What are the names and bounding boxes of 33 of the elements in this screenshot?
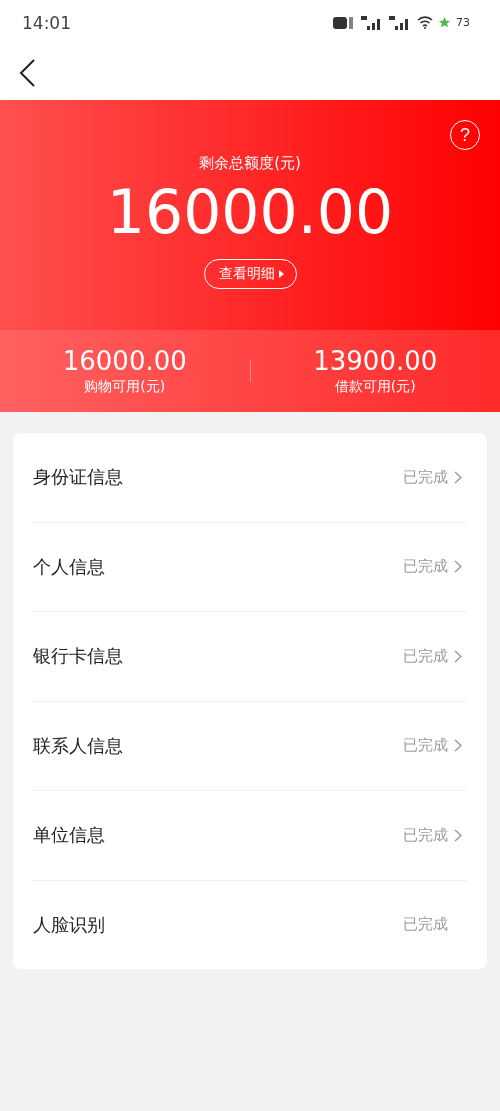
star-icon xyxy=(439,17,450,28)
status-text: 已完成 xyxy=(403,646,448,666)
status-text: 已完成 xyxy=(403,915,448,935)
info-label: 人脸识别 xyxy=(33,912,105,937)
hd-icon xyxy=(333,15,355,30)
info-row[interactable]: 身份证信息 已完成 xyxy=(33,433,467,523)
balance-label: 购物可用(元) xyxy=(84,378,166,396)
back-button[interactable] xyxy=(18,57,36,88)
info-label: 单位信息 xyxy=(33,823,105,848)
status-text: 已完成 xyxy=(403,467,448,487)
battery-level: 73 xyxy=(456,16,470,29)
signal-icon xyxy=(389,15,411,30)
status-time: 14:01 xyxy=(22,12,71,33)
status-text: 已完成 xyxy=(403,557,448,577)
status-text: 已完成 xyxy=(403,736,448,756)
info-row[interactable]: 人脸识别 已完成 xyxy=(33,880,467,969)
info-row[interactable]: 联系人信息 已完成 xyxy=(33,701,467,791)
triangle-icon xyxy=(278,270,284,278)
info-row[interactable]: 单位信息 已完成 xyxy=(33,791,467,881)
total-limit-label: 剩余总额度(元) xyxy=(199,154,301,173)
wifi-icon xyxy=(417,16,433,29)
status-text: 已完成 xyxy=(403,825,448,845)
balance-amount: 16000.00 xyxy=(62,346,187,376)
balance-amount: 13900.00 xyxy=(313,346,438,376)
info-label: 银行卡信息 xyxy=(33,644,123,669)
info-label: 身份证信息 xyxy=(33,465,123,490)
info-row[interactable]: 个人信息 已完成 xyxy=(33,522,467,612)
info-row[interactable]: 银行卡信息 已完成 xyxy=(33,612,467,702)
info-label: 联系人信息 xyxy=(33,733,123,758)
info-label: 个人信息 xyxy=(33,554,105,579)
total-limit-amount: 16000.00 xyxy=(106,179,394,245)
balance-label: 借款可用(元) xyxy=(334,378,416,396)
signal-icon xyxy=(361,15,383,30)
